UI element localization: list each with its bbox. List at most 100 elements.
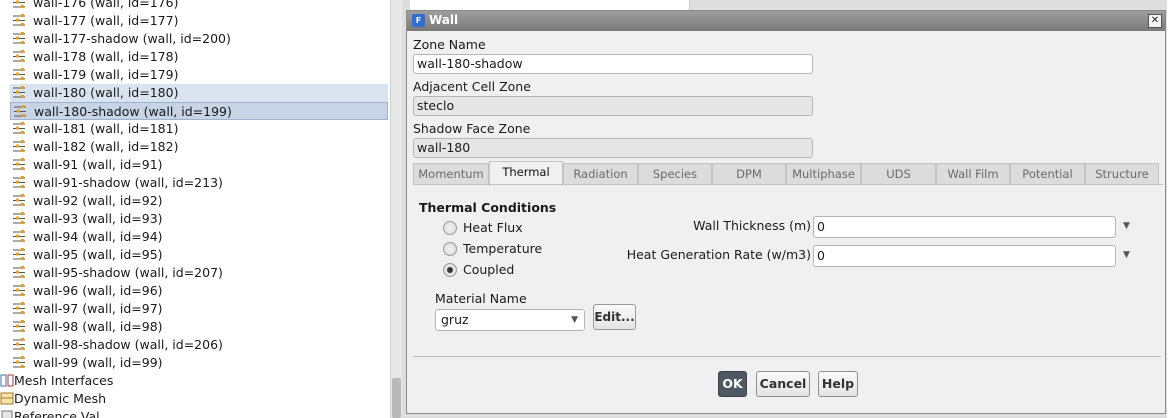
tree-item[interactable]: wall-92 (wall, id=92) <box>0 192 388 210</box>
dialog-titlebar[interactable]: F Wall ✕ <box>407 11 1165 31</box>
close-button[interactable]: ✕ <box>1148 14 1162 28</box>
radio-label: Coupled <box>463 262 515 277</box>
material-value: gruz <box>441 312 469 327</box>
wall-icon <box>12 266 26 279</box>
tree-item[interactable]: wall-91 (wall, id=91) <box>0 156 388 174</box>
shadow-face-zone-label: Shadow Face Zone <box>413 121 531 136</box>
scrollbar-thumb[interactable] <box>392 378 401 418</box>
tree-item-label: Mesh Interfaces <box>14 373 114 388</box>
app-icon: F <box>412 14 425 27</box>
tree-item[interactable]: wall-95-shadow (wall, id=207) <box>0 264 388 282</box>
tree-item[interactable]: wall-177 (wall, id=177) <box>0 12 388 30</box>
tree-item-label: wall-177-shadow (wall, id=200) <box>33 31 231 46</box>
reference-values-icon <box>0 410 14 418</box>
edit-material-button[interactable]: Edit... <box>593 304 636 330</box>
tree-item[interactable]: wall-95 (wall, id=95) <box>0 246 388 264</box>
tree-item-label: wall-181 (wall, id=181) <box>33 121 179 136</box>
separator <box>413 356 1161 357</box>
tree-item[interactable]: wall-180 (wall, id=180) <box>10 84 388 102</box>
tree-item-label: wall-96 (wall, id=96) <box>33 283 163 298</box>
help-button[interactable]: Help <box>818 371 858 397</box>
tab-divider <box>413 184 1163 185</box>
tree-item[interactable]: Reference Val... <box>0 408 388 418</box>
tab-thermal[interactable]: Thermal <box>489 161 563 186</box>
tab-structure[interactable]: Structure <box>1085 163 1159 185</box>
zone-name-input[interactable]: wall-180-shadow <box>413 54 813 74</box>
wall-icon <box>12 176 26 189</box>
tree-item[interactable]: Dynamic Mesh <box>0 390 388 408</box>
tree-item[interactable]: wall-178 (wall, id=178) <box>0 48 388 66</box>
tree-item-label: wall-91-shadow (wall, id=213) <box>33 175 223 190</box>
radio-button[interactable] <box>443 242 457 256</box>
wall-icon <box>12 14 26 27</box>
wall-icon <box>12 194 26 207</box>
adjacent-cell-zone-label: Adjacent Cell Zone <box>413 79 531 94</box>
tree-item-label: wall-180 (wall, id=180) <box>33 85 179 100</box>
tree-item[interactable]: wall-182 (wall, id=182) <box>0 138 388 156</box>
wall-icon <box>12 248 26 261</box>
window-edge <box>1167 0 1172 418</box>
chevron-down-icon: ▼ <box>571 315 578 325</box>
material-select[interactable]: gruz ▼ <box>435 309 585 331</box>
shadow-face-zone-field: wall-180 <box>413 138 813 158</box>
tree-item-label: wall-99 (wall, id=99) <box>33 355 163 370</box>
tree-item-label: wall-98-shadow (wall, id=206) <box>33 337 223 352</box>
tree-item[interactable]: wall-181 (wall, id=181) <box>0 120 388 138</box>
tree-item[interactable]: wall-180-shadow (wall, id=199) <box>10 102 388 120</box>
tree-item[interactable]: wall-176 (wall, id=176) <box>0 0 388 12</box>
wall-icon <box>12 68 26 81</box>
radio-label: Temperature <box>463 241 543 256</box>
dialog-title: Wall <box>429 13 459 27</box>
wall-thickness-label: Wall Thickness (m) <box>693 218 811 233</box>
tree-item[interactable]: Mesh Interfaces <box>0 372 388 390</box>
mesh-interfaces-icon <box>0 374 14 387</box>
tree-item[interactable]: wall-177-shadow (wall, id=200) <box>0 30 388 48</box>
tab-potential[interactable]: Potential <box>1010 163 1085 185</box>
tree-item[interactable]: wall-94 (wall, id=94) <box>0 228 388 246</box>
wall-icon <box>12 122 26 135</box>
tab-uds[interactable]: UDS <box>861 163 936 185</box>
wall-thickness-input[interactable]: 0 <box>813 216 1116 238</box>
tree-item-label: wall-91 (wall, id=91) <box>33 157 163 172</box>
background-panel <box>410 0 690 10</box>
tab-dpm[interactable]: DPM <box>712 163 786 185</box>
dynamic-mesh-icon <box>0 392 14 405</box>
tree-item-label: Reference Val... <box>14 409 112 418</box>
tree-item-label: wall-95 (wall, id=95) <box>33 247 163 262</box>
tree-panel: wall-176 (wall, id=176) wall-177 (wall, i… <box>0 0 390 418</box>
tree-item[interactable]: wall-98 (wall, id=98) <box>0 318 388 336</box>
tree-scrollbar[interactable] <box>390 0 402 418</box>
tab-multiphase[interactable]: Multiphase <box>786 163 861 185</box>
tab-wall-film[interactable]: Wall Film <box>936 163 1010 185</box>
tree-item[interactable]: wall-96 (wall, id=96) <box>0 282 388 300</box>
tree-item[interactable]: wall-93 (wall, id=93) <box>0 210 388 228</box>
wall-icon <box>12 212 26 225</box>
wall-icon <box>12 302 26 315</box>
tab-species[interactable]: Species <box>638 163 712 185</box>
tab-bar: Momentum Thermal Radiation Species DPM Multip… <box>413 161 1163 186</box>
heat-generation-dropdown-icon[interactable]: ▼ <box>1123 250 1133 260</box>
tree-item-label: wall-179 (wall, id=179) <box>33 67 179 82</box>
ok-button[interactable]: OK <box>718 371 747 397</box>
radio-button[interactable] <box>443 263 457 277</box>
wall-icon <box>12 158 26 171</box>
tree-item[interactable]: wall-179 (wall, id=179) <box>0 66 388 84</box>
tree-item[interactable]: wall-98-shadow (wall, id=206) <box>0 336 388 354</box>
tree-item-label: wall-177 (wall, id=177) <box>33 13 179 28</box>
heat-generation-input[interactable]: 0 <box>813 245 1116 267</box>
wall-icon <box>12 0 26 9</box>
tree-item[interactable]: wall-99 (wall, id=99) <box>0 354 388 372</box>
tree-item[interactable]: wall-91-shadow (wall, id=213) <box>0 174 388 192</box>
wall-icon <box>12 338 26 351</box>
tree-item-label: wall-92 (wall, id=92) <box>33 193 163 208</box>
tree-item-label: Dynamic Mesh <box>14 391 107 406</box>
tab-radiation[interactable]: Radiation <box>563 163 638 185</box>
tree-item-label: wall-176 (wall, id=176) <box>33 0 179 10</box>
tree-item-label: wall-97 (wall, id=97) <box>33 301 163 316</box>
radio-button[interactable] <box>443 221 457 235</box>
cancel-button[interactable]: Cancel <box>756 371 810 397</box>
tree-item[interactable]: wall-97 (wall, id=97) <box>0 300 388 318</box>
tab-momentum[interactable]: Momentum <box>413 163 489 185</box>
tree-item-label: wall-178 (wall, id=178) <box>33 49 179 64</box>
wall-thickness-dropdown-icon[interactable]: ▼ <box>1123 221 1133 231</box>
